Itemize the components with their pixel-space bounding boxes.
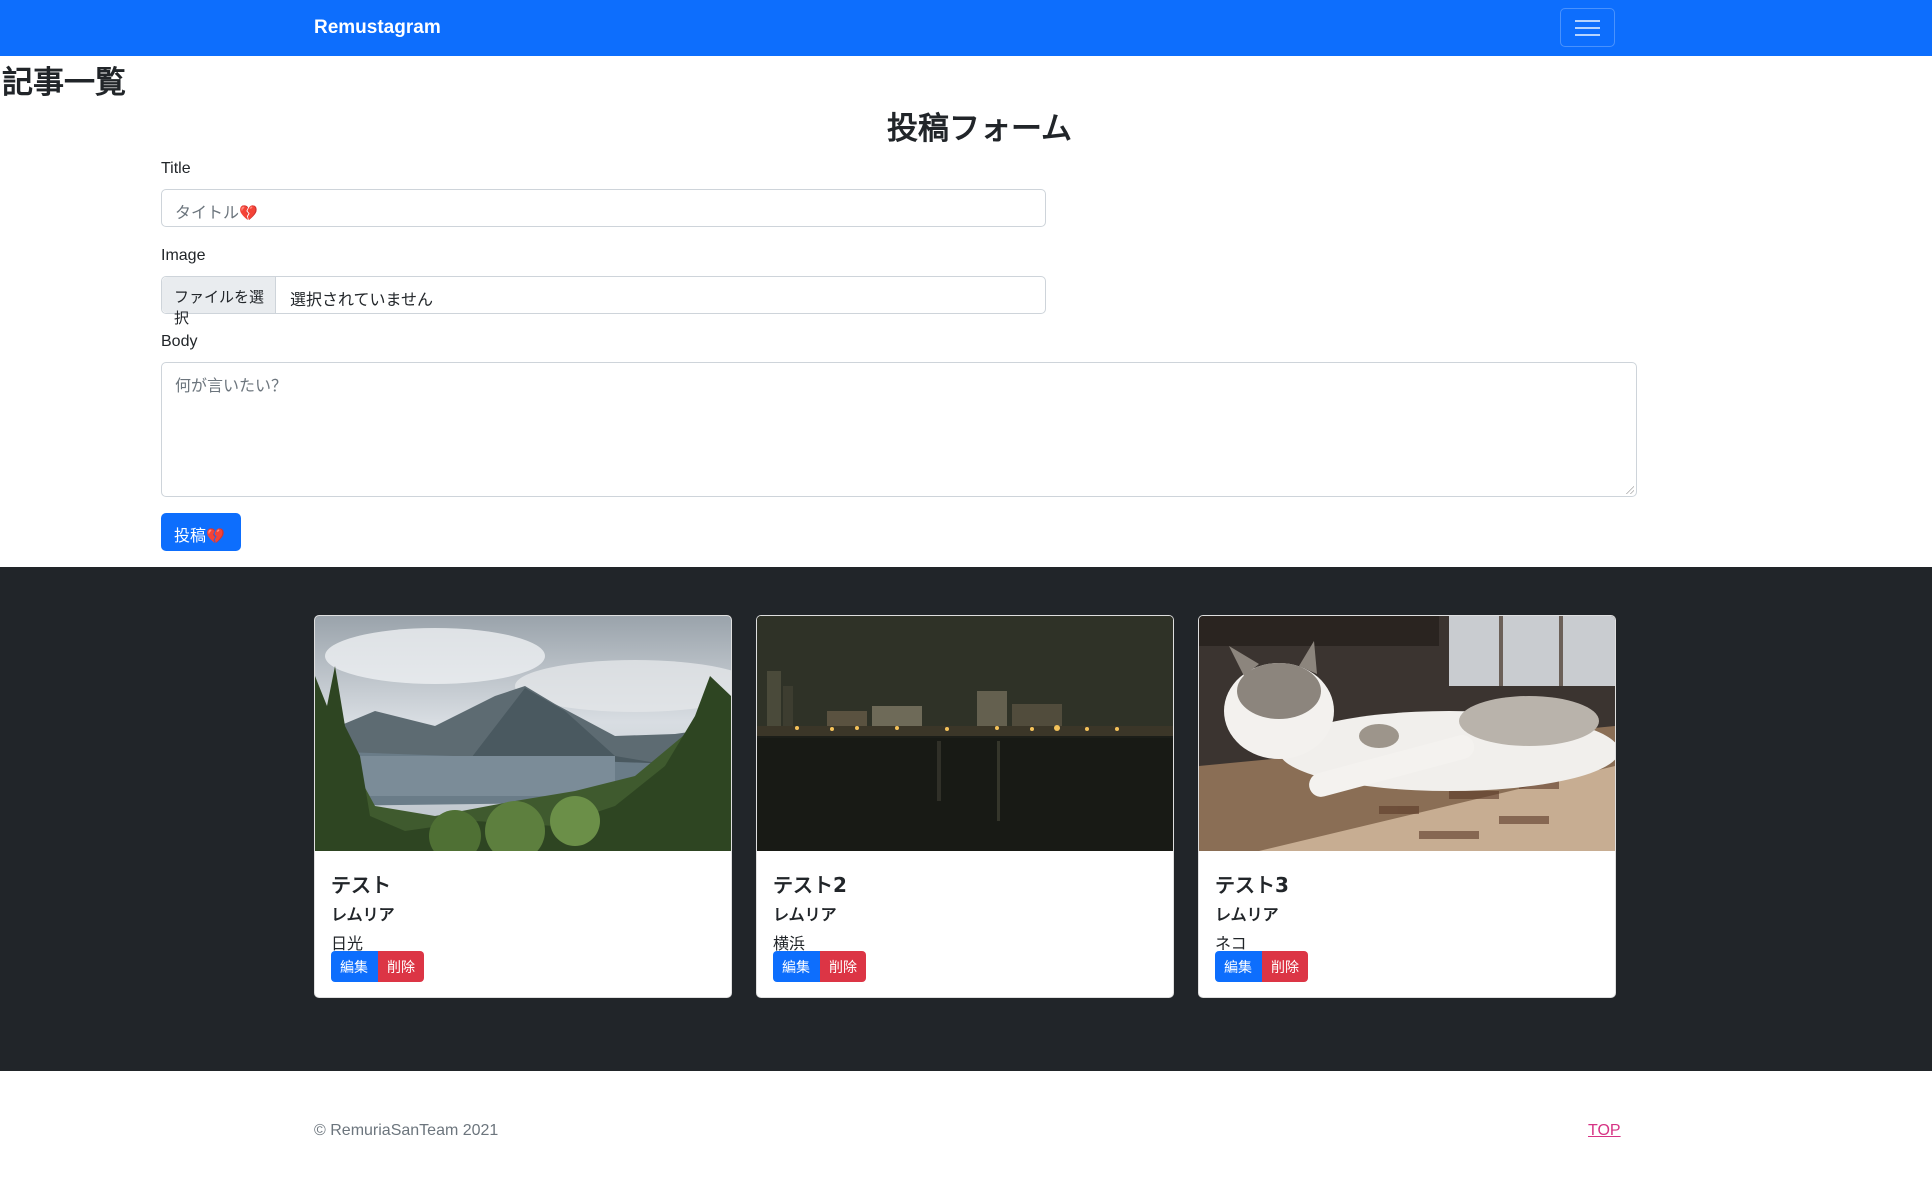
body-placeholder: 何が言いたい？ [175, 376, 288, 395]
brand-link[interactable]: Remustagram [314, 17, 441, 39]
top-link[interactable]: TOP [1588, 1122, 1621, 1140]
post-author: レムリア [1215, 905, 1279, 924]
post-image-sleeping-cat [1199, 616, 1615, 851]
body-label: Body [161, 333, 198, 350]
navbar-toggle-button[interactable] [1560, 8, 1615, 47]
post-author: レムリア [331, 905, 395, 924]
post-image-mountain-lake [315, 616, 731, 851]
post-title: テスト [331, 873, 391, 897]
post-author: レムリア [773, 905, 837, 924]
title-input[interactable]: タイトル💔 [161, 189, 1046, 227]
title-placeholder: タイトル💔 [175, 203, 258, 222]
choose-file-button[interactable]: ファイルを選択 [162, 277, 276, 327]
body-textarea[interactable]: 何が言いたい？ [161, 362, 1637, 497]
file-status: 選択されていません [290, 290, 434, 309]
form-title: 投稿フォーム [886, 111, 1073, 147]
title-label: Title [161, 160, 191, 177]
delete-button[interactable]: 削除 [820, 951, 866, 982]
copyright-text: © RemuriaSanTeam 2021 [314, 1122, 499, 1139]
post-image-night-harbor [757, 616, 1173, 851]
image-file-input[interactable]: ファイルを選択 選択されていません [161, 276, 1046, 327]
delete-button[interactable]: 削除 [1262, 951, 1308, 982]
resize-handle-icon[interactable] [1626, 486, 1634, 494]
post-title: テスト2 [773, 873, 847, 897]
image-label: Image [161, 247, 206, 264]
post-title: テスト3 [1215, 873, 1289, 897]
page-title: 記事一覧 [2, 65, 126, 101]
broken-heart-icon: 💔 [239, 204, 258, 222]
navbar: Remustagram [0, 0, 1932, 56]
broken-heart-icon: 💔 [206, 527, 225, 545]
post-card: テスト レムリア 日光 編集 削除 [314, 615, 732, 998]
post-card: テスト3 レムリア ネコ 編集 削除 [1198, 615, 1616, 998]
post-card: テスト2 レムリア 横浜 編集 削除 [756, 615, 1174, 998]
edit-button[interactable]: 編集 [331, 951, 378, 982]
delete-button[interactable]: 削除 [378, 951, 424, 982]
edit-button[interactable]: 編集 [1215, 951, 1262, 982]
submit-button[interactable]: 投稿💔 [161, 513, 241, 551]
edit-button[interactable]: 編集 [773, 951, 820, 982]
